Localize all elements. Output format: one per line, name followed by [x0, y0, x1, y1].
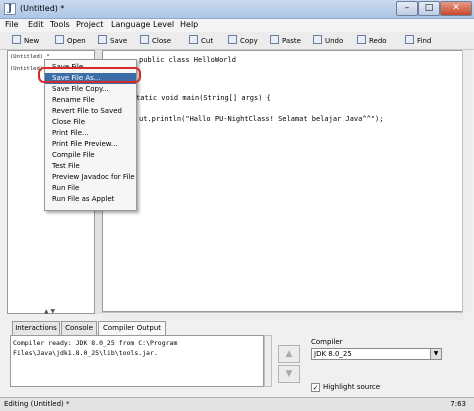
paste-icon	[270, 35, 279, 44]
menu-edit[interactable]: Edit	[28, 20, 44, 29]
status-text: Editing (Untitled) *	[4, 400, 70, 408]
copy-button[interactable]: Copy	[228, 34, 258, 48]
previous-error-button[interactable]: ▲	[278, 345, 300, 363]
compiler-output-pane[interactable]: Compiler ready: JDK 8.0_25 from C:\Progr…	[10, 335, 264, 387]
menu-item-print-preview[interactable]: Print File Preview...	[45, 139, 136, 150]
undo-button[interactable]: Undo	[313, 34, 343, 48]
code-line: tatic void main(String[] args) {	[136, 94, 271, 102]
find-icon	[405, 35, 414, 44]
save-icon	[98, 35, 107, 44]
highlight-source-label: Highlight source	[323, 383, 381, 391]
code-line: ut.println("Hallo PU-NightClass! Selamat…	[139, 115, 384, 123]
output-scrollbar[interactable]	[264, 335, 272, 387]
code-line: public class HelloWorld	[139, 56, 236, 64]
tab-compiler-output[interactable]: Compiler Output	[98, 321, 166, 335]
redo-button[interactable]: Redo	[357, 34, 387, 48]
toolbar: New Open Save Close Cut Copy Paste Undo …	[0, 32, 474, 50]
title-bar: J (Untitled) * – □ ✕	[0, 0, 474, 19]
next-error-button[interactable]: ▼	[278, 365, 300, 383]
cut-icon	[189, 35, 198, 44]
tab-interactions[interactable]: Interactions	[12, 321, 60, 335]
menu-item-run-file[interactable]: Run File	[45, 183, 136, 194]
open-button[interactable]: Open	[55, 34, 86, 48]
menu-help[interactable]: Help	[180, 20, 198, 29]
new-button[interactable]: New	[12, 34, 39, 48]
bottom-tab-bar: Interactions Console Compiler Output	[8, 321, 463, 335]
close-icon	[140, 35, 149, 44]
menu-tools[interactable]: Tools	[50, 20, 70, 29]
panel-collapse-arrows[interactable]: ▲ ▼	[44, 308, 55, 315]
app-icon: J	[4, 3, 16, 15]
redo-icon	[357, 35, 366, 44]
close-window-button[interactable]: ✕	[440, 1, 472, 16]
menu-project[interactable]: Project	[76, 20, 103, 29]
compiler-select[interactable]: JDK 8.0_25 ▼	[311, 348, 442, 360]
menu-file[interactable]: File	[5, 20, 18, 29]
annotation-highlight-ring	[38, 67, 141, 83]
code-editor[interactable]: public class HelloWorld tatic void main(…	[102, 50, 463, 312]
output-line: Files\Java\jdk1.8.0_25\lib\tools.jar.	[13, 349, 158, 357]
highlight-source-checkbox[interactable]: ✓	[311, 383, 320, 392]
editor-vertical-scrollbar[interactable]	[462, 50, 472, 312]
undo-icon	[313, 35, 322, 44]
menu-item-run-applet[interactable]: Run File as Applet	[45, 194, 136, 205]
menu-item-preview-javadoc[interactable]: Preview Javadoc for File	[45, 172, 136, 183]
new-icon	[12, 35, 21, 44]
menu-item-compile-file[interactable]: Compile File	[45, 150, 136, 161]
menu-item-print-file[interactable]: Print File...	[45, 128, 136, 139]
close-button[interactable]: Close	[140, 34, 171, 48]
maximize-button[interactable]: □	[418, 1, 440, 16]
menu-language-level[interactable]: Language Level	[111, 20, 174, 29]
cut-button[interactable]: Cut	[189, 34, 213, 48]
menu-item-rename-file[interactable]: Rename File	[45, 95, 136, 106]
copy-icon	[228, 35, 237, 44]
editor-horizontal-scrollbar[interactable]	[102, 312, 463, 320]
menu-item-revert-file[interactable]: Revert File to Saved	[45, 106, 136, 117]
paste-button[interactable]: Paste	[270, 34, 301, 48]
window-title: (Untitled) *	[20, 4, 65, 13]
menu-item-close-file[interactable]: Close File	[45, 117, 136, 128]
cursor-position: 7:63	[450, 400, 466, 408]
save-button[interactable]: Save	[98, 34, 127, 48]
open-icon	[55, 35, 64, 44]
output-line: Compiler ready: JDK 8.0_25 from C:\Progr…	[13, 339, 178, 347]
menu-bar: File Edit Tools Project Language Level H…	[0, 19, 474, 32]
menu-item-save-file-copy[interactable]: Save File Copy...	[45, 84, 136, 95]
compiler-label: Compiler	[311, 338, 343, 346]
chevron-down-icon: ▼	[430, 349, 441, 359]
tab-console[interactable]: Console	[61, 321, 97, 335]
status-bar: Editing (Untitled) * 7:63	[0, 397, 474, 411]
compiler-selected-value: JDK 8.0_25	[314, 350, 352, 358]
menu-item-test-file[interactable]: Test File	[45, 161, 136, 172]
find-button[interactable]: Find	[405, 34, 431, 48]
minimize-button[interactable]: –	[396, 1, 418, 16]
